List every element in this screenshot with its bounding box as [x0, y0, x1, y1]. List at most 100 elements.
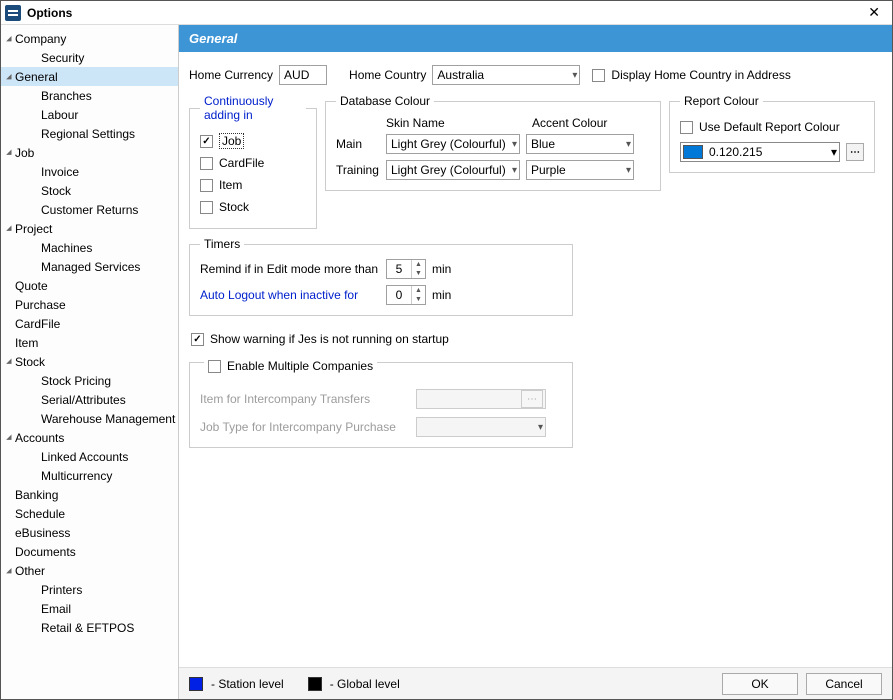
continuously-stock-checkbox[interactable]: Stock	[200, 196, 306, 218]
timers-logout-label: Auto Logout when inactive for	[200, 288, 380, 302]
timers-remind-label: Remind if in Edit mode more than	[200, 262, 380, 276]
intercompany-jobtype-select: ▾	[416, 417, 546, 437]
main-accent-select[interactable]: Blue▾	[526, 134, 634, 154]
report-colour-select[interactable]: 0.120.215 ▾	[680, 142, 840, 162]
titlebar: Options ✕	[1, 1, 892, 25]
sidebar-item-label: Machines	[41, 241, 92, 255]
spinner-up-icon[interactable]: ▲	[412, 260, 425, 269]
sidebar-item-branches[interactable]: Branches	[1, 86, 178, 105]
main-skin-select[interactable]: Light Grey (Colourful)▾	[386, 134, 520, 154]
training-skin-select[interactable]: Light Grey (Colourful)▾	[386, 160, 520, 180]
sidebar-item-multicurrency[interactable]: Multicurrency	[1, 466, 178, 485]
sidebar-item-label: Invoice	[41, 165, 79, 179]
main-panel: General Home Currency Home Country Austr…	[179, 25, 892, 699]
training-accent-select[interactable]: Purple▾	[526, 160, 634, 180]
sidebar-item-company[interactable]: Company	[1, 29, 178, 48]
sidebar-item-job[interactable]: Job	[1, 143, 178, 162]
use-default-report-colour-checkbox[interactable]: Use Default Report Colour	[680, 116, 864, 138]
expand-icon[interactable]	[3, 565, 15, 576]
continuously-cardfile-checkbox[interactable]: CardFile	[200, 152, 306, 174]
sidebar-item-banking[interactable]: Banking	[1, 485, 178, 504]
sidebar-item-linked-accounts[interactable]: Linked Accounts	[1, 447, 178, 466]
continuously-item-label: Item	[219, 178, 242, 192]
continuously-item-checkbox[interactable]: Item	[200, 174, 306, 196]
sidebar-item-label: Project	[15, 222, 52, 236]
spinner-down-icon[interactable]: ▼	[412, 269, 425, 278]
timers-remind-spinner[interactable]: ▲▼	[386, 259, 426, 279]
sidebar-item-invoice[interactable]: Invoice	[1, 162, 178, 181]
panel-body: Home Currency Home Country Australia ▾ D…	[179, 52, 892, 667]
sidebar-item-item[interactable]: Item	[1, 333, 178, 352]
sidebar-item-label: Accounts	[15, 431, 64, 445]
app-icon	[5, 5, 21, 21]
continuously-job-checkbox[interactable]: Job	[200, 130, 306, 152]
expand-icon[interactable]	[3, 147, 15, 158]
sidebar-item-customer-returns[interactable]: Customer Returns	[1, 200, 178, 219]
sidebar-item-general[interactable]: General	[1, 67, 178, 86]
intercompany-item-select: ⋯	[416, 389, 546, 409]
expand-icon[interactable]	[3, 356, 15, 367]
global-level-label: - Global level	[330, 677, 400, 691]
continuously-legend: Continuously adding in	[200, 94, 306, 122]
sidebar-item-managed-services[interactable]: Managed Services	[1, 257, 178, 276]
sidebar-item-purchase[interactable]: Purchase	[1, 295, 178, 314]
sidebar-item-security[interactable]: Security	[1, 48, 178, 67]
home-country-select[interactable]: Australia ▾	[432, 65, 580, 85]
timers-remind-input[interactable]	[387, 260, 411, 278]
sidebar-item-ebusiness[interactable]: eBusiness	[1, 523, 178, 542]
sidebar-item-warehouse-management[interactable]: Warehouse Management	[1, 409, 178, 428]
report-colour-group: Report Colour Use Default Report Colour …	[669, 94, 875, 173]
sidebar-item-retail-eftpos[interactable]: Retail & EFTPOS	[1, 618, 178, 637]
expand-icon[interactable]	[3, 71, 15, 82]
sidebar-item-serial-attributes[interactable]: Serial/Attributes	[1, 390, 178, 409]
checkbox-icon	[208, 360, 221, 373]
home-currency-input[interactable]	[279, 65, 327, 85]
colour-swatch	[683, 145, 703, 159]
sidebar-item-label: Stock	[15, 355, 45, 369]
expand-icon[interactable]	[3, 223, 15, 234]
spinner-up-icon[interactable]: ▲	[412, 286, 425, 295]
show-warning-checkbox[interactable]: Show warning if Jes is not running on st…	[191, 328, 882, 350]
expand-icon[interactable]	[3, 33, 15, 44]
home-country-value: Australia	[437, 68, 484, 82]
sidebar-item-labour[interactable]: Labour	[1, 105, 178, 124]
sidebar-item-label: Email	[41, 602, 71, 616]
close-icon[interactable]: ✕	[860, 4, 888, 21]
sidebar-item-documents[interactable]: Documents	[1, 542, 178, 561]
sidebar-item-stock[interactable]: Stock	[1, 352, 178, 371]
sidebar-item-accounts[interactable]: Accounts	[1, 428, 178, 447]
training-skin-value: Light Grey (Colourful)	[391, 163, 506, 177]
report-colour-ellipsis-button[interactable]: ⋯	[846, 143, 864, 161]
fieldsets-row: Continuously adding in Job CardFile Item	[189, 94, 882, 229]
sidebar-item-regional-settings[interactable]: Regional Settings	[1, 124, 178, 143]
spinner-down-icon[interactable]: ▼	[412, 295, 425, 304]
sidebar-tree[interactable]: Company Security GeneralBranchesLabourRegi…	[1, 25, 179, 699]
continuously-cardfile-label: CardFile	[219, 156, 264, 170]
timers-logout-spinner[interactable]: ▲▼	[386, 285, 426, 305]
display-home-country-label: Display Home Country in Address	[611, 68, 790, 82]
sidebar-item-stock[interactable]: Stock	[1, 181, 178, 200]
chevron-down-icon: ▾	[626, 165, 631, 176]
enable-multiple-companies-checkbox[interactable]: Enable Multiple Companies	[204, 355, 377, 377]
sidebar-item-label: Retail & EFTPOS	[41, 621, 134, 635]
station-level-swatch	[189, 677, 203, 691]
sidebar-item-printers[interactable]: Printers	[1, 580, 178, 599]
display-home-country-checkbox[interactable]: Display Home Country in Address	[592, 64, 790, 86]
sidebar-item-label: Warehouse Management	[41, 412, 175, 426]
chevron-down-icon: ▾	[512, 139, 517, 150]
sidebar-item-schedule[interactable]: Schedule	[1, 504, 178, 523]
cancel-button[interactable]: Cancel	[806, 673, 882, 695]
timers-logout-input[interactable]	[387, 286, 411, 304]
sidebar-item-quote[interactable]: Quote	[1, 276, 178, 295]
ok-button[interactable]: OK	[722, 673, 798, 695]
sidebar-item-email[interactable]: Email	[1, 599, 178, 618]
home-row: Home Currency Home Country Australia ▾ D…	[189, 64, 882, 86]
sidebar-item-stock-pricing[interactable]: Stock Pricing	[1, 371, 178, 390]
sidebar-item-other[interactable]: Other	[1, 561, 178, 580]
sidebar-item-project[interactable]: Project	[1, 219, 178, 238]
expand-icon[interactable]	[3, 432, 15, 443]
sidebar-item-cardfile[interactable]: CardFile	[1, 314, 178, 333]
sidebar-item-label: Security	[41, 51, 84, 65]
timers-logout-unit: min	[432, 288, 451, 302]
sidebar-item-machines[interactable]: Machines	[1, 238, 178, 257]
